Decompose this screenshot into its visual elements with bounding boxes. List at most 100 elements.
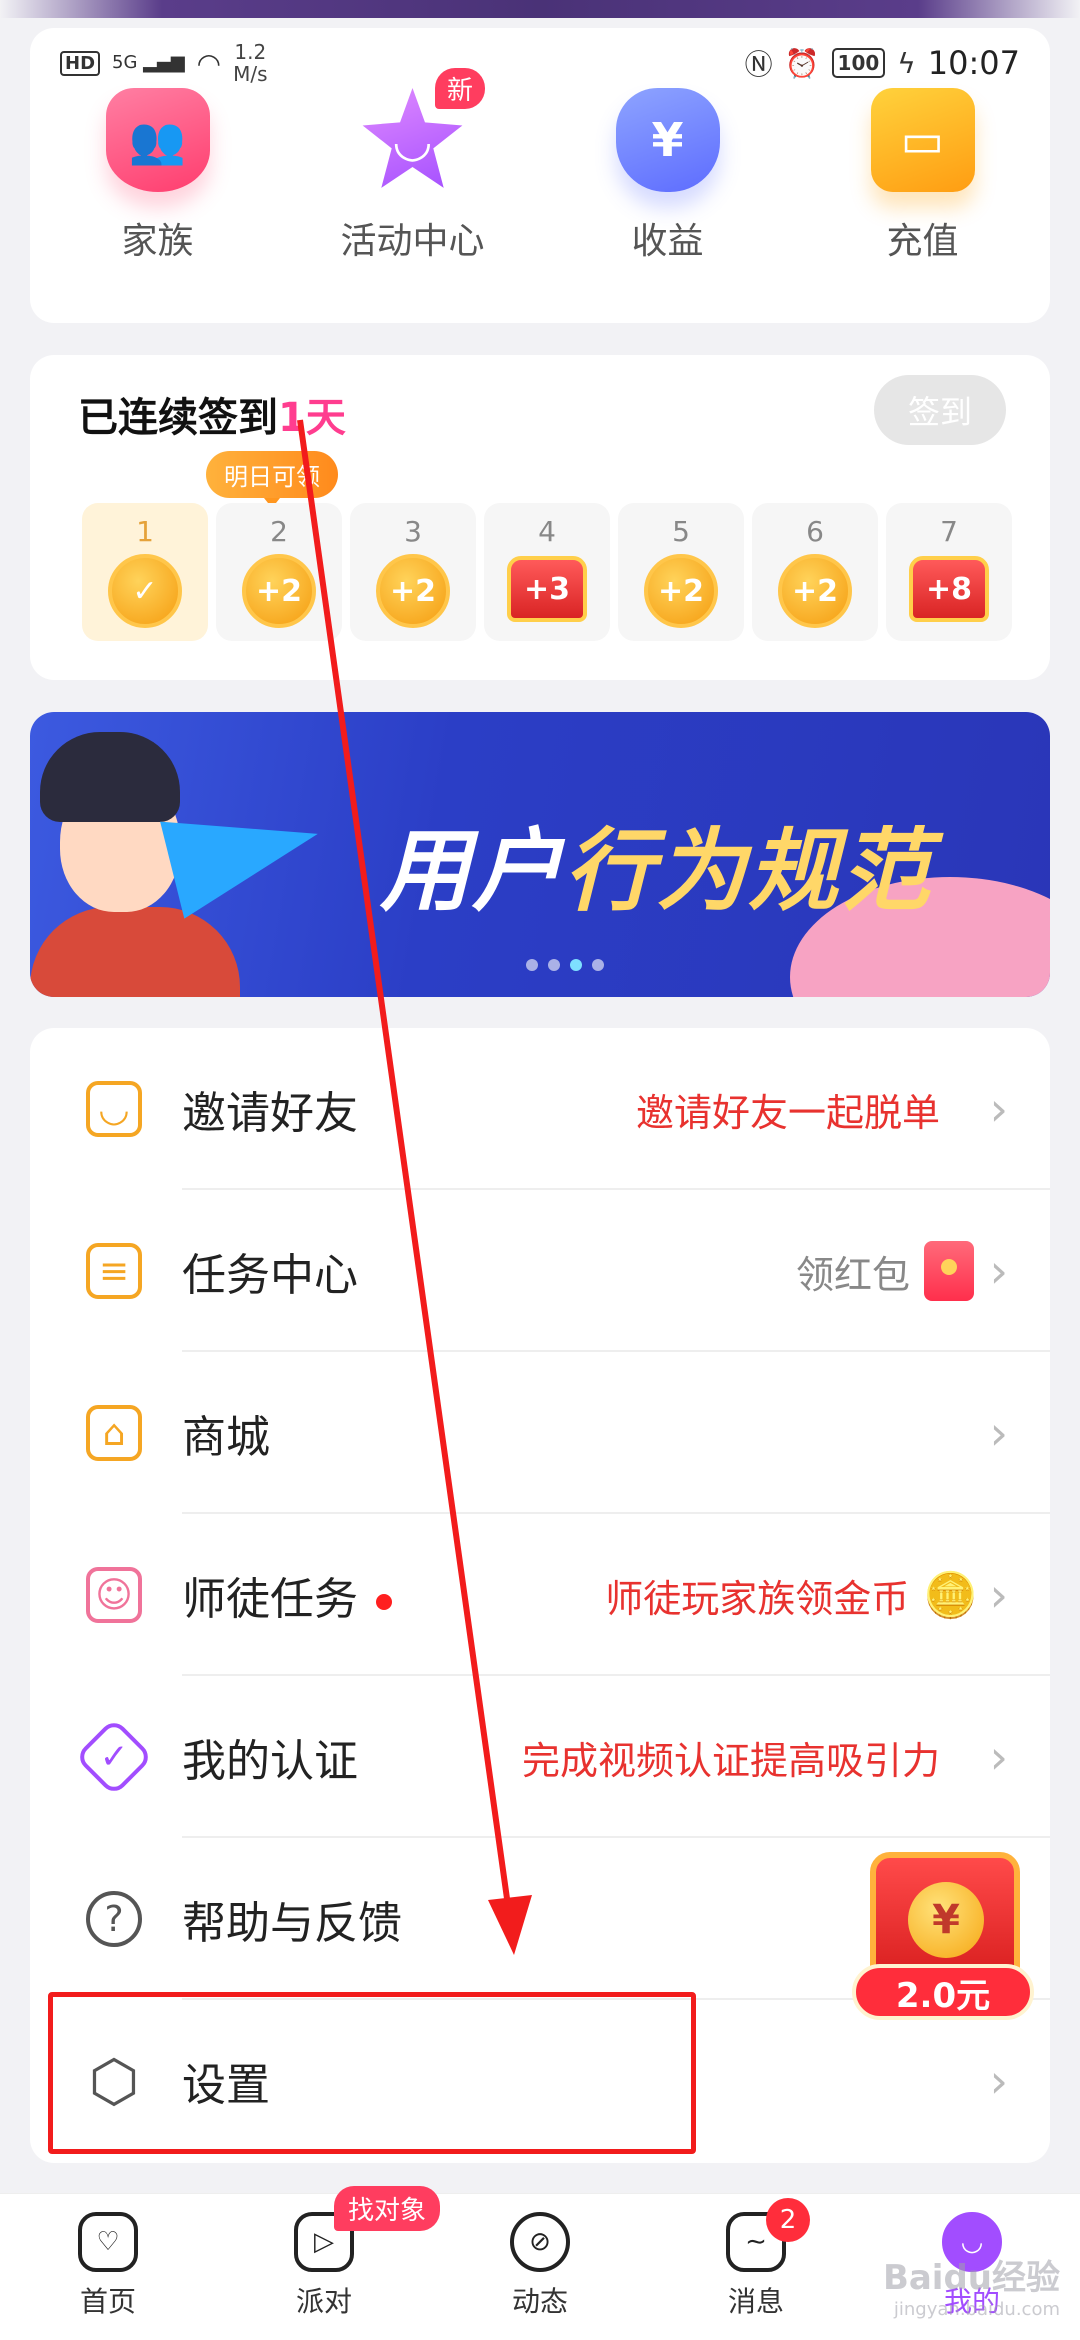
day-number: 1 [136, 515, 154, 548]
nav-message[interactable]: ∼ 消息 2 [648, 2194, 864, 2340]
day-number: 7 [940, 515, 958, 548]
menu-label: 商城 [182, 1412, 270, 1463]
chevron-right-icon: › [989, 1082, 1008, 1136]
menu-label: 我的认证 [182, 1736, 358, 1787]
notification-dot [376, 1594, 392, 1610]
quick-family-label: 家族 [121, 221, 194, 262]
coin-icon: +2 [376, 554, 450, 628]
coin-icon: +2 [778, 554, 852, 628]
wifi-icon: ◠ [196, 46, 222, 80]
menu-hint: 完成视频认证提高吸引力 [521, 1738, 940, 1783]
sign-in-card: 已连续签到1天 签到 明日可领 1 ✓ 2 +2 3 +2 4 +3 5 +2 6 +2 7 +8 [30, 355, 1050, 680]
sign-in-day-3: 3 +2 [350, 503, 476, 641]
menu-hint: 领红包 [796, 1241, 974, 1301]
day-number: 3 [404, 515, 422, 548]
verify-icon: ✓ [74, 1717, 154, 1797]
nav-compass[interactable]: ⊘ 动态 [432, 2194, 648, 2340]
sign-in-days: 1 ✓ 2 +2 3 +2 4 +3 5 +2 6 +2 7 +8 [82, 503, 1012, 641]
nav-label: 动态 [511, 2285, 568, 2318]
coin-icon: +2 [644, 554, 718, 628]
mentor-icon: ☺ [86, 1567, 142, 1623]
nfc-icon: Ⓝ [744, 48, 773, 81]
carousel-dot [570, 959, 582, 971]
compass-icon: ⊘ [510, 2212, 570, 2272]
nav-pill-badge: 找对象 [334, 2186, 441, 2231]
chevron-right-icon: › [989, 2054, 1008, 2108]
treasure-chest-icon: +8 [909, 556, 989, 622]
day-number: 6 [806, 515, 824, 548]
top-gradient-strip [0, 0, 1080, 18]
treasure-chest-icon: +3 [507, 556, 587, 622]
menu-item-task[interactable]: ≡ 任务中心 领红包 › [30, 1190, 1050, 1352]
wallet-icon: ▭ [870, 88, 975, 192]
menu-item-mentor[interactable]: ☺ 师徒任务 师徒玩家族领金币 🪙 › [30, 1514, 1050, 1676]
red-packet-amount: 2.0元 [852, 1964, 1034, 2020]
day-number: 5 [672, 515, 690, 548]
charging-icon: ϟ [897, 46, 916, 80]
gold-coins-icon: 🪙 [923, 1570, 978, 1621]
banner-carousel[interactable]: 用户行为规范 [30, 712, 1050, 997]
quick-family[interactable]: 👥 家族 [30, 88, 285, 264]
chevron-right-icon: › [989, 1406, 1008, 1460]
chevron-right-icon: › [989, 1244, 1008, 1298]
menu-label: 师徒任务 [182, 1563, 392, 1627]
menu-hint: 师徒玩家族领金币 🪙 [605, 1570, 978, 1621]
baidu-watermark: Baidu经验 jingyan.baidu.com [882, 2258, 1060, 2320]
streak-count: 1天 [278, 395, 346, 441]
help-icon: ? [86, 1891, 142, 1947]
menu-item-shop[interactable]: ⌂ 商城 › [30, 1352, 1050, 1514]
menu-hint: 邀请好友一起脱单 [635, 1090, 940, 1135]
sign-in-button[interactable]: 签到 [874, 375, 1006, 445]
quick-activity-center[interactable]: ◡ 新 活动中心 [285, 68, 540, 264]
tomorrow-tip: 明日可领 [206, 451, 338, 508]
sign-in-day-4: 4 +3 [484, 503, 610, 641]
invite-icon: ◡ [86, 1081, 142, 1137]
unread-count-badge: 2 [766, 2198, 810, 2242]
hd-indicator: HD [60, 50, 101, 76]
sign-in-day-1: 1 ✓ [82, 503, 208, 641]
chevron-right-icon: › [989, 1568, 1008, 1622]
carousel-dot [548, 959, 560, 971]
quick-recharge[interactable]: ▭ 充值 [795, 88, 1050, 264]
sign-in-day-6: 6 +2 [752, 503, 878, 641]
sign-in-day-2: 2 +2 [216, 503, 342, 641]
task-icon: ≡ [86, 1243, 142, 1299]
check-coin-icon: ✓ [108, 554, 182, 628]
carousel-dots [526, 959, 604, 971]
day-number: 2 [270, 515, 288, 548]
day-number: 4 [538, 515, 556, 548]
quick-income-label: 收益 [631, 221, 704, 262]
nav-label: 消息 [727, 2285, 784, 2318]
yuan-coin-icon: ¥ [908, 1882, 984, 1958]
coin-icon: +2 [242, 554, 316, 628]
floating-red-packet[interactable]: ¥ 2.0元 [852, 1852, 1042, 2022]
banner-illustration [30, 732, 330, 997]
network-speed: 1.2 M/s [233, 40, 268, 86]
nav-party[interactable]: ▷ 派对 找对象 [216, 2186, 441, 2340]
status-bar: HD 5G ▂▄▆ ◠ 1.2 M/s Ⓝ ⏰ 100 ϟ 10:07 [60, 38, 1020, 88]
menu-item-verify[interactable]: ✓ 我的认证 完成视频认证提高吸引力 › [30, 1676, 1050, 1838]
megaphone-icon [160, 785, 330, 919]
shop-icon: ⌂ [86, 1405, 142, 1461]
sign-in-day-5: 5 +2 [618, 503, 744, 641]
settings-icon: ⬡ [88, 2047, 140, 2115]
carousel-dot [526, 959, 538, 971]
nav-home[interactable]: ♡ 首页 [0, 2194, 216, 2340]
home-icon: ♡ [78, 2212, 138, 2272]
carousel-dot [592, 959, 604, 971]
network-indicator: 5G ▂▄▆ [112, 52, 185, 73]
sign-in-day-7: 7 +8 [886, 503, 1012, 641]
menu-label: 任务中心 [182, 1250, 358, 1301]
clock: 10:07 [927, 44, 1020, 82]
money-bag-icon: ¥ [615, 88, 720, 192]
menu-item-invite[interactable]: ◡ 邀请好友 邀请好友一起脱单 › [30, 1028, 1050, 1190]
quick-activity-label: 活动中心 [340, 221, 485, 262]
sign-in-title: 已连续签到1天 [78, 395, 346, 441]
menu-item-settings[interactable]: ⬡ 设置 › [30, 2000, 1050, 2162]
menu-label: 设置 [182, 2060, 270, 2111]
red-packet-icon [924, 1241, 974, 1301]
family-icon: 👥 [105, 88, 210, 192]
quick-recharge-label: 充值 [886, 221, 959, 262]
nav-label: 首页 [79, 2285, 136, 2318]
quick-income[interactable]: ¥ 收益 [540, 88, 795, 264]
